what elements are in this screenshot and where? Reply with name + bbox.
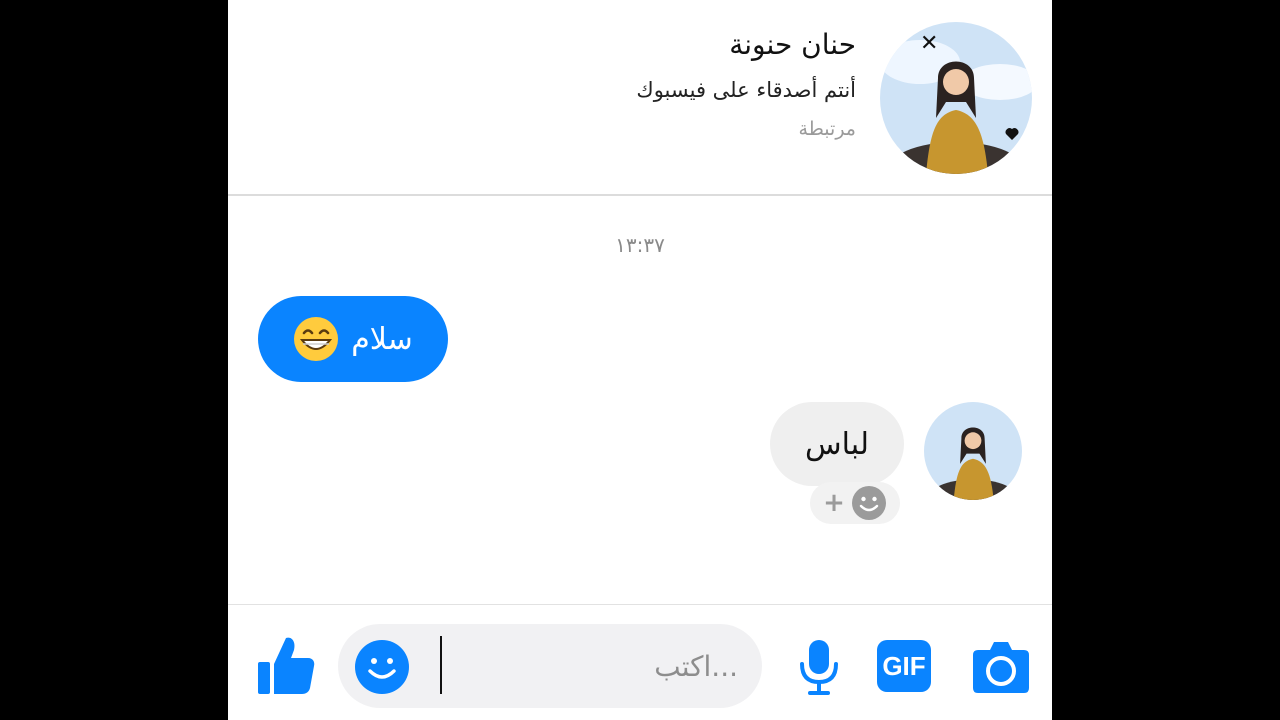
emoji-button[interactable] (354, 639, 410, 695)
microphone-icon (800, 640, 838, 695)
emoji-icon (355, 640, 409, 694)
friendship-status: أنتم أصدقاء على فيسبوك (636, 78, 856, 102)
conversation-header: ✕ حنان حنونة أنتم أصدقاء على فيسبوك مرتب… (228, 0, 1052, 196)
message-timestamp: ١٣:٣٧ (615, 233, 665, 257)
voice-message-button[interactable] (798, 638, 840, 696)
message-input[interactable] (448, 638, 738, 694)
active-status: مرتبطة (798, 118, 856, 140)
add-reaction-icon (851, 486, 886, 520)
message-composer (338, 624, 762, 708)
text-cursor (440, 636, 442, 694)
gif-button[interactable]: GIF (877, 640, 931, 692)
camera-icon (973, 642, 1029, 693)
grinning-face-icon (294, 317, 339, 361)
add-reaction-button[interactable]: + (810, 482, 900, 524)
messenger-screen: ✕ حنان حنونة أنتم أصدقاء على فيسبوك مرتب… (228, 0, 1052, 720)
contact-name: حنان حنونة (729, 28, 856, 61)
received-message-text: لباس (805, 426, 869, 462)
sent-message-bubble[interactable]: سلام (258, 296, 448, 382)
like-icon (258, 637, 315, 694)
camera-button[interactable] (972, 638, 1030, 694)
profile-avatar[interactable]: ✕ (880, 22, 1032, 174)
profile-photo-icon (924, 402, 1022, 500)
profile-photo-icon: ✕ (880, 22, 1032, 174)
gif-icon: GIF (882, 650, 926, 681)
like-button[interactable] (256, 634, 316, 696)
sent-message-text: سلام (351, 321, 413, 357)
plus-icon: + (823, 488, 845, 518)
received-message-bubble[interactable]: لباس (770, 402, 904, 486)
composer-divider (228, 604, 1052, 605)
contact-avatar-small[interactable] (924, 402, 1022, 500)
svg-text:✕: ✕ (920, 31, 938, 56)
